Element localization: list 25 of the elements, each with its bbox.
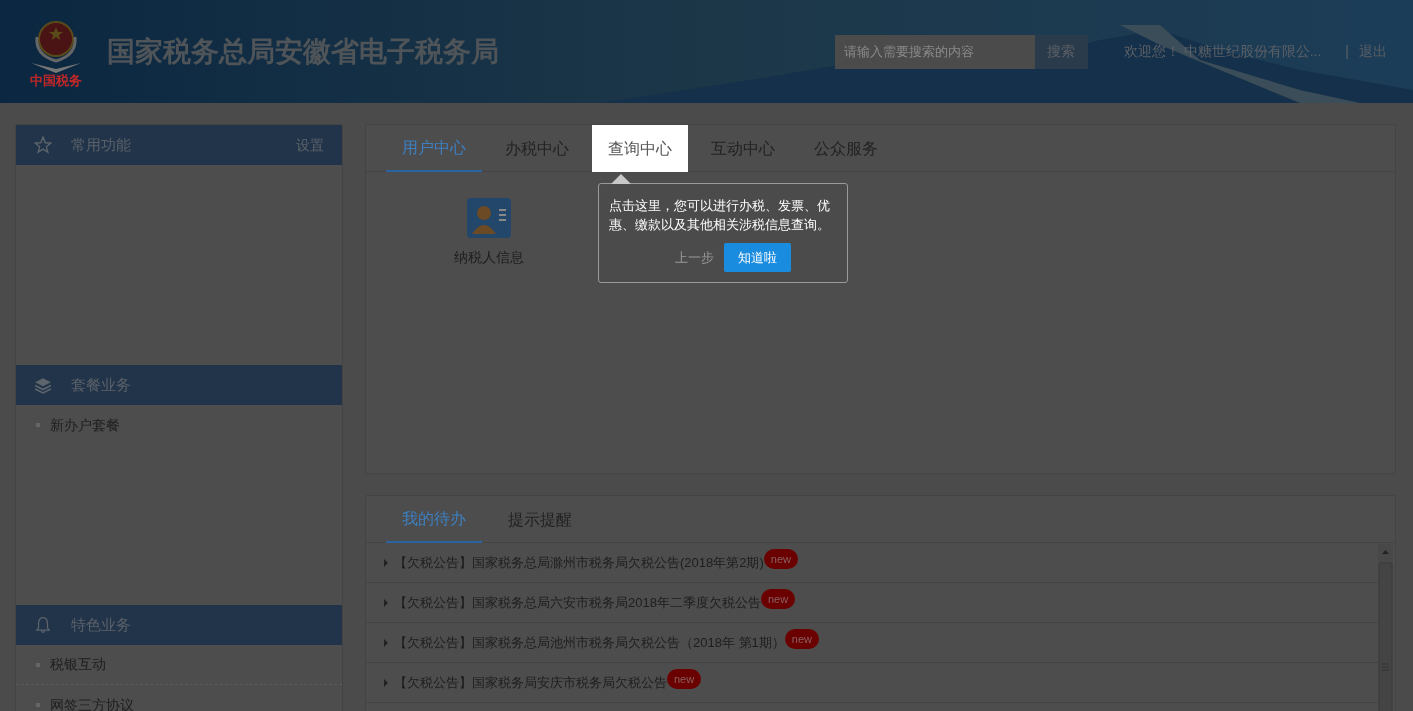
section-title: 特色业务 [71, 614, 131, 635]
bell-icon [34, 616, 52, 634]
logout-link[interactable]: 退出 [1359, 41, 1387, 62]
layers-icon [34, 376, 52, 394]
tooltip-text: 点击这里，您可以进行办税、发票、优惠、缴款以及其他相关涉税信息查询。 [609, 197, 831, 234]
site-title: 国家税务总局安徽省电子税务局 [107, 34, 499, 69]
caret-icon [384, 598, 388, 607]
separator: | [1345, 42, 1349, 61]
tab[interactable]: 查询中心 [592, 125, 688, 172]
ok-button[interactable]: 知道啦 [724, 243, 791, 272]
new-badge: new [667, 669, 702, 689]
new-badge: new [784, 629, 819, 649]
logo-caption: 中国税务 [30, 72, 82, 89]
tab[interactable]: 我的待办 [386, 496, 482, 543]
welcome-text: 欢迎您！ 中糖世纪股份有限公... [1123, 42, 1322, 61]
new-badge: new [760, 589, 796, 609]
section-title: 套餐业务 [71, 374, 131, 395]
person-icon[interactable] [467, 198, 511, 238]
new-badge: new [763, 549, 798, 569]
caret-icon [384, 678, 388, 687]
tab[interactable]: 用户中心 [386, 125, 482, 172]
star-icon [34, 136, 52, 154]
caret-icon [384, 558, 388, 567]
caret-icon [384, 638, 388, 647]
pointer-arrow-icon [611, 174, 631, 184]
